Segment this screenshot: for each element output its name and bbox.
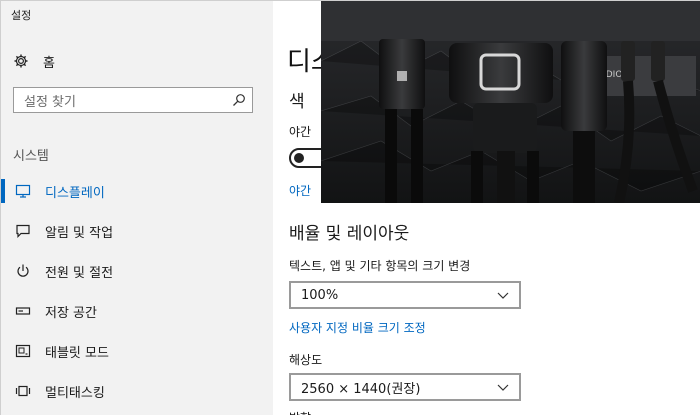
section-label-system: 시스템 (13, 149, 49, 164)
resolution-dropdown-value: 2560 × 1440(권장) (301, 381, 421, 397)
search-placeholder: 설정 찾기 (24, 94, 76, 110)
window-title: 설정 (11, 9, 32, 22)
gear-icon (14, 54, 28, 68)
monitor-icon (15, 184, 31, 198)
sidebar-item-label: 알림 및 작업 (45, 225, 114, 241)
home-label: 홈 (43, 55, 55, 71)
sidebar-item-multitasking[interactable]: 멀티태스킹 (1, 371, 273, 411)
search-icon[interactable] (232, 93, 246, 107)
chevron-down-icon (497, 292, 509, 299)
tablet-icon (15, 344, 31, 358)
home-link[interactable]: 홈 (13, 51, 55, 71)
sidebar-item-notifications[interactable]: 알림 및 작업 (1, 211, 273, 251)
sidebar: 설정 홈 설정 찾기 시스템 디스플레이 알림 및 작업 전원 및 절전 저장 … (1, 1, 273, 415)
sidebar-item-label: 디스플레이 (45, 185, 105, 201)
orientation-label: 방향 (289, 409, 311, 415)
sidebar-item-label: 저장 공간 (45, 305, 97, 321)
scale-dropdown-value: 100% (301, 287, 339, 303)
color-heading: 색 (289, 92, 305, 112)
storage-icon (15, 307, 31, 315)
sidebar-item-power[interactable]: 전원 및 절전 (1, 251, 273, 291)
night-light-settings-link[interactable]: 야간 (289, 182, 311, 199)
resolution-label: 해상도 (289, 353, 323, 367)
scale-layout-heading: 배율 및 레이아웃 (289, 224, 410, 244)
sidebar-item-label: 멀티태스킹 (45, 385, 105, 401)
toggle-knob (294, 153, 304, 163)
power-icon (17, 264, 29, 277)
sidebar-item-storage[interactable]: 저장 공간 (1, 291, 273, 331)
scale-label: 텍스트, 앱 및 기타 항목의 크기 변경 (289, 259, 471, 273)
sidebar-nav: 디스플레이 알림 및 작업 전원 및 절전 저장 공간 태블릿 모드 멀티태스킹 (1, 171, 273, 411)
multitask-icon (15, 385, 31, 397)
night-light-label: 야간 (289, 125, 312, 139)
chat-icon (16, 224, 30, 238)
sidebar-item-label: 전원 및 절전 (45, 265, 114, 281)
custom-scaling-link[interactable]: 사용자 지정 비율 크기 조정 (289, 319, 426, 336)
resolution-dropdown[interactable]: 2560 × 1440(권장) (289, 373, 521, 401)
sidebar-item-tablet-mode[interactable]: 태블릿 모드 (1, 331, 273, 371)
content-pane: 디스 색 야간 야간 AUDIO 배율 및 레이아웃 텍스트, 앱 및 기타 항… (273, 1, 700, 415)
chevron-down-icon (497, 384, 509, 391)
settings-window: 설정 홈 설정 찾기 시스템 디스플레이 알림 및 작업 전원 및 절전 저장 … (0, 0, 700, 415)
search-input[interactable]: 설정 찾기 (13, 87, 253, 113)
connector-photo: AUDIO (321, 1, 700, 203)
sidebar-item-label: 태블릿 모드 (45, 345, 109, 361)
sidebar-item-display[interactable]: 디스플레이 (1, 171, 273, 211)
scale-dropdown[interactable]: 100% (289, 281, 521, 309)
